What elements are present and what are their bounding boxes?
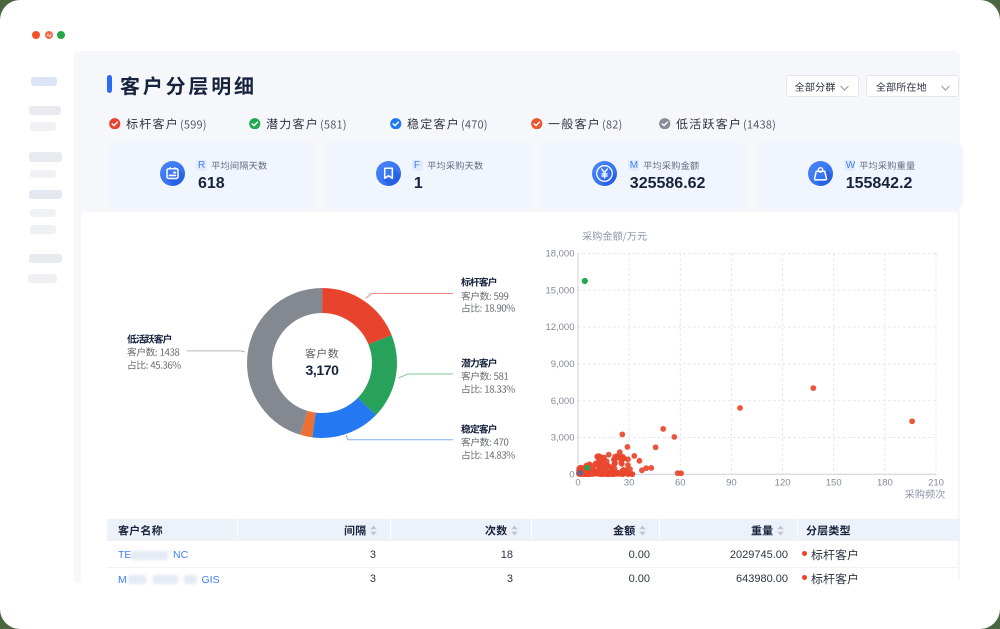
svg-text:180: 180 [877,478,893,489]
svg-text:9,000: 9,000 [551,359,575,370]
svg-text:90: 90 [726,478,737,489]
svg-text:120: 120 [775,478,791,489]
svg-text:3,000: 3,000 [551,433,575,444]
svg-text:0: 0 [569,470,574,481]
svg-text:0: 0 [575,478,580,489]
svg-text:210: 210 [928,478,944,489]
svg-text:30: 30 [624,478,635,489]
svg-text:150: 150 [826,478,842,489]
svg-text:15,000: 15,000 [545,285,574,296]
svg-text:60: 60 [675,478,686,489]
svg-text:6,000: 6,000 [551,396,575,407]
svg-text:18,000: 18,000 [545,249,574,260]
svg-text:12,000: 12,000 [545,322,574,333]
